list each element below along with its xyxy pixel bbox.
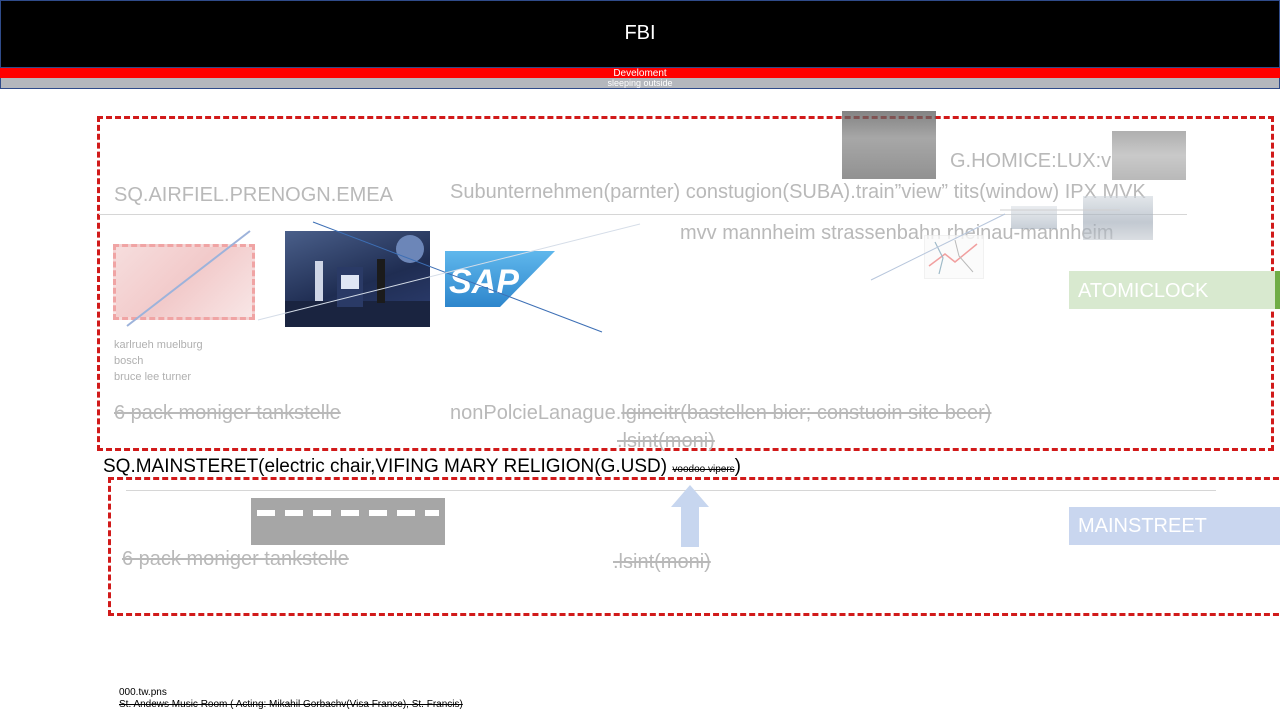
atomicclock-label: ATOMICLOCK (1078, 280, 1209, 302)
mainstreet-label: MAINSTREET (1078, 515, 1207, 537)
nonpolice-label: nonPolcieLanague.lgineitr(bastellen bier… (450, 402, 991, 425)
nonpolice-strike-text: lgineitr(bastellen bier; constuoin site … (621, 402, 992, 424)
lsint-label-top: .lsint(moni) (617, 430, 715, 452)
voodoo-text: voodoo vipers (672, 464, 735, 475)
atomicclock-accent (1275, 271, 1280, 309)
footer-code: 000.tw.pns (119, 687, 167, 698)
mainstreet-heading-close: ) (734, 456, 741, 477)
list-item: karlrueh muelburg (114, 339, 203, 351)
name-list: karlrueh muelburg bosch bruce lee turner (114, 337, 203, 385)
up-arrow-icon (671, 485, 709, 547)
sixpack-label-bottom: 6 pack moniger tankstelle (122, 548, 349, 570)
mainstreet-heading: SQ.MAINSTERET(electric chair,VIFING MARY… (103, 456, 741, 478)
sixpack-label-top: 6 pack moniger tankstelle (114, 402, 341, 424)
nonpolice-text: nonPolcieLanague. (450, 402, 622, 424)
list-item: bosch (114, 355, 144, 367)
mainstreet-heading-text: SQ.MAINSTERET(electric chair,VIFING MARY… (103, 456, 668, 477)
list-item: bruce lee turner (114, 371, 192, 383)
footer-note: St. Andews Music Room ( Acting: Mikahil … (119, 699, 463, 710)
road-graphic (251, 498, 445, 545)
lsint-label-bottom: .lsint(moni) (613, 551, 711, 573)
